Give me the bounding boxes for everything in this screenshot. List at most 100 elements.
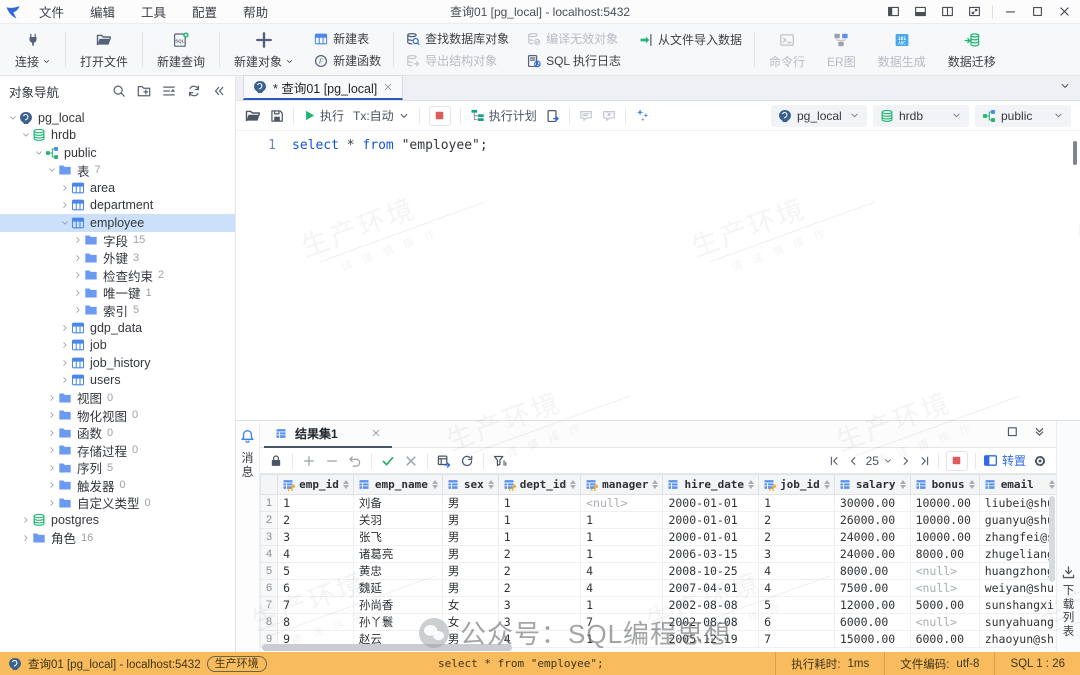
cell[interactable]: 2006-03-15 xyxy=(663,546,759,563)
cell[interactable]: 8000.00 xyxy=(834,563,910,580)
tree-item-users[interactable]: users xyxy=(0,372,235,390)
cell[interactable]: 2000-01-01 xyxy=(663,512,759,529)
cell[interactable]: 26000.00 xyxy=(834,512,910,529)
cell[interactable]: 男 xyxy=(442,546,498,563)
maximize-panel-icon[interactable] xyxy=(1006,425,1019,443)
cell[interactable]: 6 xyxy=(759,614,835,631)
cell[interactable]: zhugeliang xyxy=(979,546,1056,563)
export-data-button[interactable] xyxy=(437,454,451,468)
tree-item-pg_local[interactable]: pg_local xyxy=(0,109,235,127)
menu-item-文件[interactable]: 文件 xyxy=(26,2,77,21)
lock-button[interactable] xyxy=(269,454,283,468)
cell[interactable]: 1 xyxy=(581,631,663,648)
sort-icon[interactable] xyxy=(488,480,494,489)
menu-item-配置[interactable]: 配置 xyxy=(179,2,230,21)
next-page-button[interactable] xyxy=(900,455,912,467)
toolbar-sql-log-button[interactable]: SQL 执行日志 xyxy=(527,52,621,69)
uncomment-button[interactable] xyxy=(602,109,616,123)
tree-chevron-icon[interactable] xyxy=(45,498,58,508)
column-header-bonus[interactable]: bonus xyxy=(910,475,979,495)
sql-editor[interactable]: 1 select * from "employee"; xyxy=(236,131,1080,420)
toggle-expand-button[interactable] xyxy=(961,1,988,23)
prev-page-button[interactable] xyxy=(847,455,859,467)
cell[interactable]: guanyu@shu xyxy=(979,512,1056,529)
save-button[interactable] xyxy=(270,109,284,123)
cell[interactable]: 1 xyxy=(759,495,835,512)
tree-chevron-icon[interactable] xyxy=(58,200,71,210)
tree-chevron-icon[interactable] xyxy=(58,358,71,368)
tree-chevron-icon[interactable] xyxy=(71,305,84,315)
database-selector[interactable]: hrdb xyxy=(873,105,969,127)
cell[interactable]: 诸葛亮 xyxy=(353,546,442,563)
toggle-bottom-panel-button[interactable] xyxy=(907,1,934,23)
cell[interactable]: 黄忠 xyxy=(353,563,442,580)
tree-item-hrdb[interactable]: hrdb xyxy=(0,127,235,145)
menu-item-编辑[interactable]: 编辑 xyxy=(77,2,128,21)
sort-icon[interactable] xyxy=(824,480,830,489)
cell[interactable]: 5 xyxy=(278,563,354,580)
cell[interactable]: 2 xyxy=(278,512,354,529)
cell[interactable]: 1 xyxy=(581,512,663,529)
cell[interactable]: 男 xyxy=(442,529,498,546)
tree-chevron-icon[interactable] xyxy=(71,288,84,298)
grid-settings-button[interactable] xyxy=(1033,454,1047,468)
cell[interactable]: 张飞 xyxy=(353,529,442,546)
tree-chevron-icon[interactable] xyxy=(71,253,84,263)
toggle-split-button[interactable] xyxy=(934,1,961,23)
cell[interactable]: 8 xyxy=(278,614,354,631)
table-row[interactable]: 44诸葛亮男212006-03-15324000.008000.00zhugel… xyxy=(261,546,1057,563)
cell[interactable]: 30000.00 xyxy=(834,495,910,512)
tree-item-存储过程[interactable]: 存储过程0 xyxy=(0,442,235,460)
tree-chevron-icon[interactable] xyxy=(45,480,58,490)
add-row-button[interactable] xyxy=(302,454,316,468)
cell[interactable]: 2 xyxy=(498,580,580,597)
open-file-button[interactable] xyxy=(245,108,261,124)
tree-chevron-icon[interactable] xyxy=(58,340,71,350)
cell[interactable]: 24000.00 xyxy=(834,529,910,546)
toolbar-table-new-button[interactable]: 新建表 xyxy=(314,30,381,47)
toolbar-plug-button[interactable]: 连接 xyxy=(4,24,62,75)
cell[interactable]: <null> xyxy=(910,614,979,631)
cell[interactable]: 4 xyxy=(278,546,354,563)
sort-icon[interactable] xyxy=(570,480,576,489)
rollback-button[interactable] xyxy=(404,454,418,468)
cell[interactable]: 2 xyxy=(498,563,580,580)
tree-item-函数[interactable]: 函数0 xyxy=(0,424,235,442)
cell[interactable]: 5000.00 xyxy=(910,597,979,614)
tree-item-表[interactable]: 表7 xyxy=(0,162,235,180)
column-header-emp_id[interactable]: emp_id xyxy=(278,475,354,495)
cell[interactable]: 6 xyxy=(278,580,354,597)
cell[interactable]: huangzhong xyxy=(979,563,1056,580)
column-header-manager[interactable]: manager xyxy=(581,475,663,495)
cell[interactable]: 2002-08-08 xyxy=(663,614,759,631)
sync-icon[interactable] xyxy=(187,84,201,98)
stop-fetch-button[interactable] xyxy=(946,451,968,471)
cell[interactable]: 1 xyxy=(498,512,580,529)
cell[interactable]: 2002-08-08 xyxy=(663,597,759,614)
cell[interactable]: 2000-01-01 xyxy=(663,495,759,512)
cell[interactable]: 15000.00 xyxy=(834,631,910,648)
transpose-button[interactable]: 转置 xyxy=(983,452,1026,469)
tab-list-chevron-icon[interactable] xyxy=(1059,80,1071,92)
tree-chevron-icon[interactable] xyxy=(19,515,32,525)
cell[interactable]: liubei@shu xyxy=(979,495,1056,512)
tree-item-唯一键[interactable]: 唯一键1 xyxy=(0,284,235,302)
delete-row-button[interactable] xyxy=(325,454,339,468)
tree-item-序列[interactable]: 序列5 xyxy=(0,459,235,477)
tree-chevron-icon[interactable] xyxy=(19,533,32,543)
tree-item-job_history[interactable]: job_history xyxy=(0,354,235,372)
editor-scrollbar[interactable] xyxy=(1073,141,1077,165)
new-folder-icon[interactable] xyxy=(137,84,151,98)
cell[interactable]: 男 xyxy=(442,580,498,597)
cell[interactable]: 2 xyxy=(498,546,580,563)
cell[interactable]: 6000.00 xyxy=(910,631,979,648)
cell[interactable]: 24000.00 xyxy=(834,546,910,563)
sort-icon[interactable] xyxy=(652,480,658,489)
export-result-button[interactable] xyxy=(546,109,560,123)
download-icon[interactable] xyxy=(1061,565,1076,580)
tree-chevron-icon[interactable] xyxy=(58,183,71,193)
table-row[interactable]: 77孙尚香女312002-08-08512000.005000.00sunsha… xyxy=(261,597,1057,614)
cell[interactable]: 4 xyxy=(581,563,663,580)
toolbar-folder-open-button[interactable]: 打开文件 xyxy=(69,24,139,75)
cell[interactable]: 3 xyxy=(498,597,580,614)
